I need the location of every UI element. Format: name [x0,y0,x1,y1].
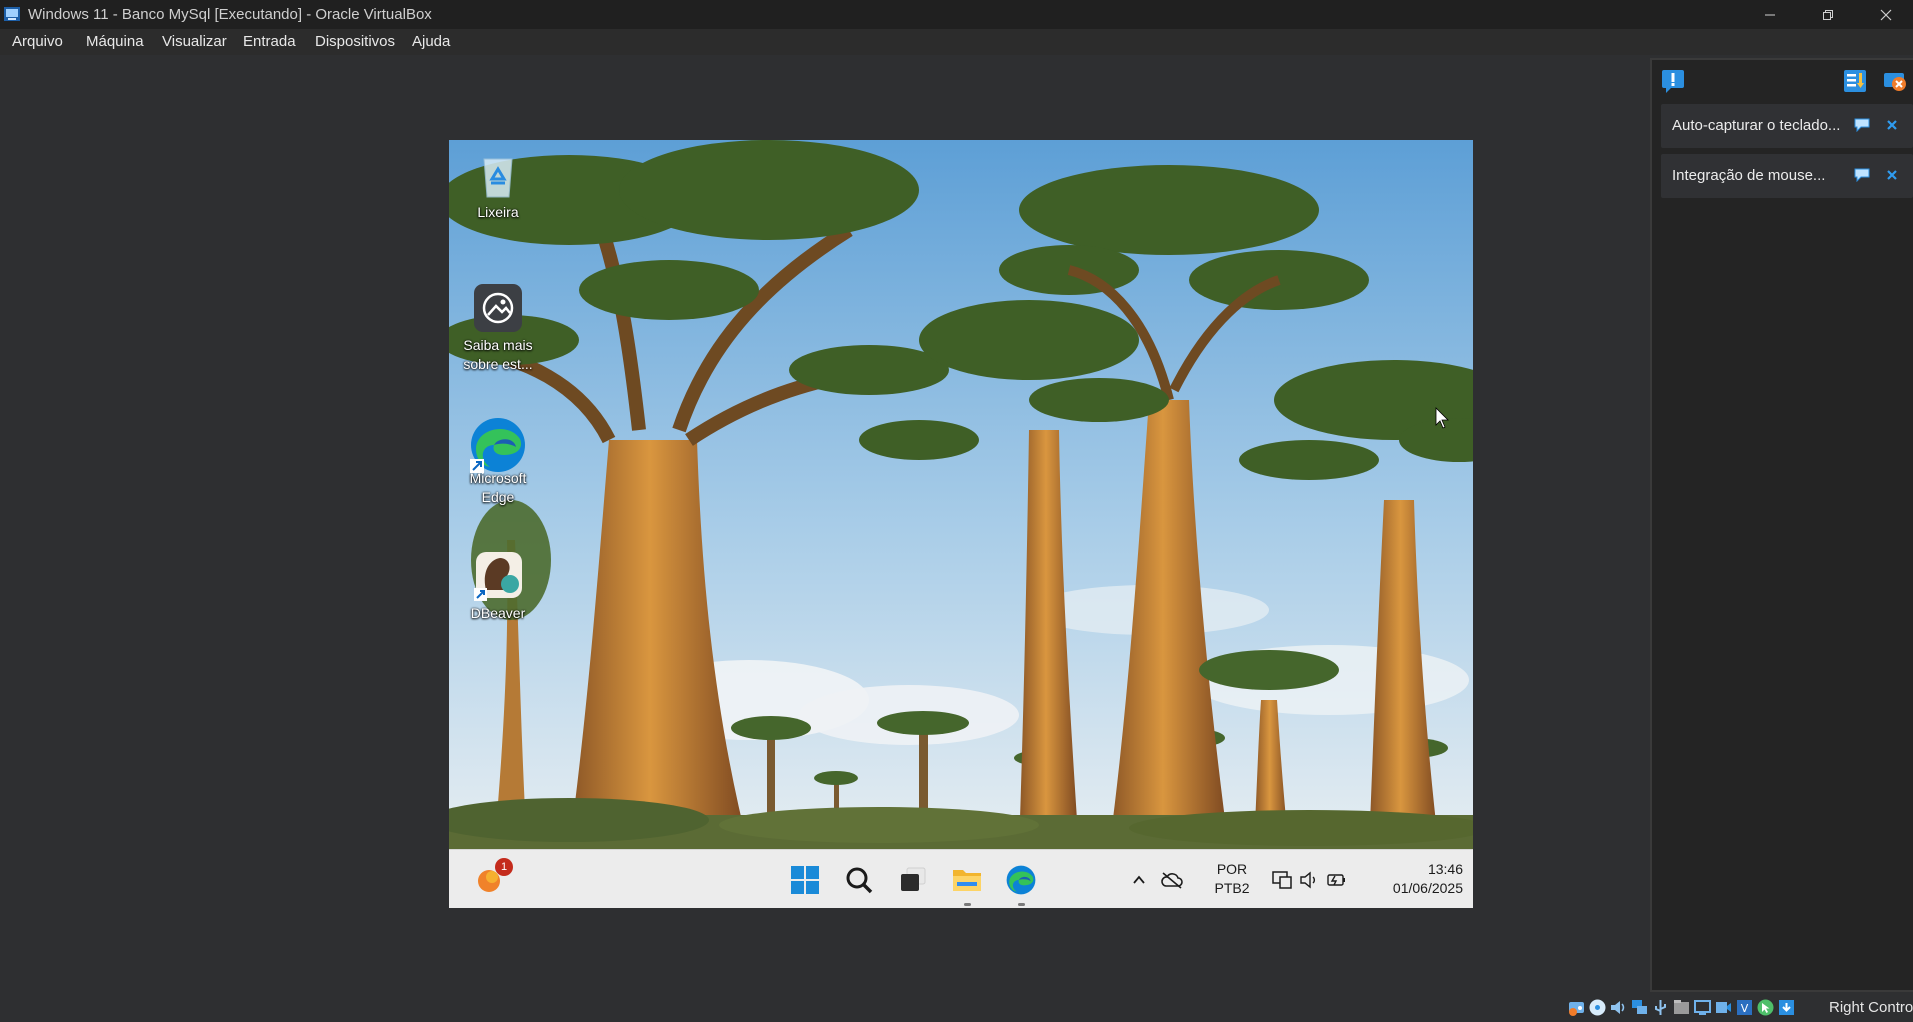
search-button[interactable] [839,860,879,900]
show-hidden-icons-button[interactable] [1125,860,1153,900]
title-bar: Windows 11 - Banco MySql [Executando] - … [0,0,1913,29]
windows-start-icon [791,866,819,894]
menu-arquivo[interactable]: Arquivo [12,33,63,50]
cloud-offline-icon [1161,872,1183,889]
notification-close-button[interactable] [1883,116,1901,134]
toggle-notification-list-icon[interactable] [1842,68,1868,94]
task-view-button[interactable] [893,860,933,900]
restore-icon [1823,9,1833,20]
notification-text: Auto-capturar o teclado... [1672,117,1841,134]
desktop-icon-label: Lixeira [477,204,519,220]
desktop-icon-recycle-bin[interactable]: Lixeira [450,149,546,222]
desktop-icon-label: Saiba mais sobre est... [463,337,533,372]
vm-screen[interactable]: Lixeira Saiba mais sobre est... Microsof… [449,140,1473,908]
notification-mouse-integration[interactable]: Integração de mouse... [1661,154,1913,198]
speaker-icon [1300,871,1315,889]
clear-all-notifications-icon[interactable] [1881,68,1907,94]
language-code: POR [1216,861,1248,877]
notification-text: Integração de mouse... [1672,167,1826,184]
notification-badge: 1 [495,858,513,876]
display-icon[interactable] [1693,998,1712,1017]
hard-disk-icon[interactable] [1567,998,1586,1017]
close-icon [1887,120,1897,130]
usb-icon[interactable] [1651,998,1670,1017]
clock[interactable]: 13:46 01/06/2025 [1367,860,1463,898]
menu-bar: Arquivo Máquina Visualizar Entrada Dispo… [0,29,1913,55]
notification-info-button[interactable] [1853,166,1871,184]
speech-bubble-icon [1854,168,1870,182]
close-icon [1880,9,1892,20]
host-key-label: Right Control [1829,999,1913,1016]
edge-icon [470,418,525,473]
speech-bubble-icon [1854,118,1870,132]
clock-time: 13:46 [1427,861,1463,877]
clock-date: 01/06/2025 [1392,880,1463,896]
recycle-bin-icon [483,158,513,198]
widgets-button[interactable]: 1 [469,858,513,900]
desktop-icon-dbeaver[interactable]: DBeaver [450,550,546,623]
volume-button[interactable] [1295,860,1323,900]
desktop-icon-label: DBeaver [470,605,526,621]
minimize-icon [1765,14,1775,15]
running-indicator [964,903,971,906]
battery-charging-icon [1327,874,1345,886]
notification-close-button[interactable] [1883,166,1901,184]
close-icon [1887,170,1897,180]
recording-icon[interactable] [1714,998,1733,1017]
file-explorer-button[interactable] [947,860,987,906]
edge-icon [1006,865,1036,895]
menu-visualizar[interactable]: Visualizar [162,33,227,50]
search-icon [846,867,873,894]
keyboard-capture-icon[interactable] [1777,998,1796,1017]
edge-taskbar-button[interactable] [1001,860,1041,906]
language-indicator[interactable]: POR PTB2 [1207,860,1257,898]
learn-about-picture-icon [474,284,522,332]
keyboard-layout: PTB2 [1214,880,1250,896]
minimize-button[interactable] [1741,0,1799,29]
restore-button[interactable] [1799,0,1857,29]
close-button[interactable] [1857,0,1913,29]
chevron-up-icon [1133,875,1145,884]
virtualbox-app-icon [4,7,20,21]
menu-entrada[interactable]: Entrada [243,33,296,50]
file-explorer-icon [953,870,981,891]
desktop-icon-learn-more[interactable]: Saiba mais sobre est... [450,282,546,374]
svg-text:V: V [1741,1002,1749,1015]
menu-ajuda[interactable]: Ajuda [412,33,450,50]
network-icon [1272,871,1292,889]
menu-dispositivos[interactable]: Dispositivos [315,33,395,50]
dbeaver-icon [474,552,522,601]
virtualization-icon[interactable]: V [1735,998,1754,1017]
shared-folders-icon[interactable] [1672,998,1691,1017]
network-button[interactable] [1267,860,1297,900]
audio-icon[interactable] [1609,998,1628,1017]
task-view-icon [901,867,926,891]
window-title: Windows 11 - Banco MySql [Executando] - … [28,6,432,23]
mouse-integration-icon[interactable] [1756,998,1775,1017]
desktop-icon-edge[interactable]: Microsoft Edge [450,415,546,507]
notification-center: Auto-capturar o teclado... Integração de… [1650,58,1913,992]
battery-button[interactable] [1323,860,1351,900]
running-indicator [1018,903,1025,906]
network-icon[interactable] [1630,998,1649,1017]
menu-maquina[interactable]: Máquina [86,33,144,50]
taskbar: 1 POR PTB2 13:46 01/06/2025 [449,849,1473,908]
onedrive-button[interactable] [1157,860,1187,900]
notification-alert-icon[interactable] [1660,68,1686,94]
desktop-wallpaper [449,140,1473,850]
start-button[interactable] [785,860,825,900]
optical-drive-icon[interactable] [1588,998,1607,1017]
notification-keyboard-capture[interactable]: Auto-capturar o teclado... [1661,104,1913,148]
notification-info-button[interactable] [1853,116,1871,134]
